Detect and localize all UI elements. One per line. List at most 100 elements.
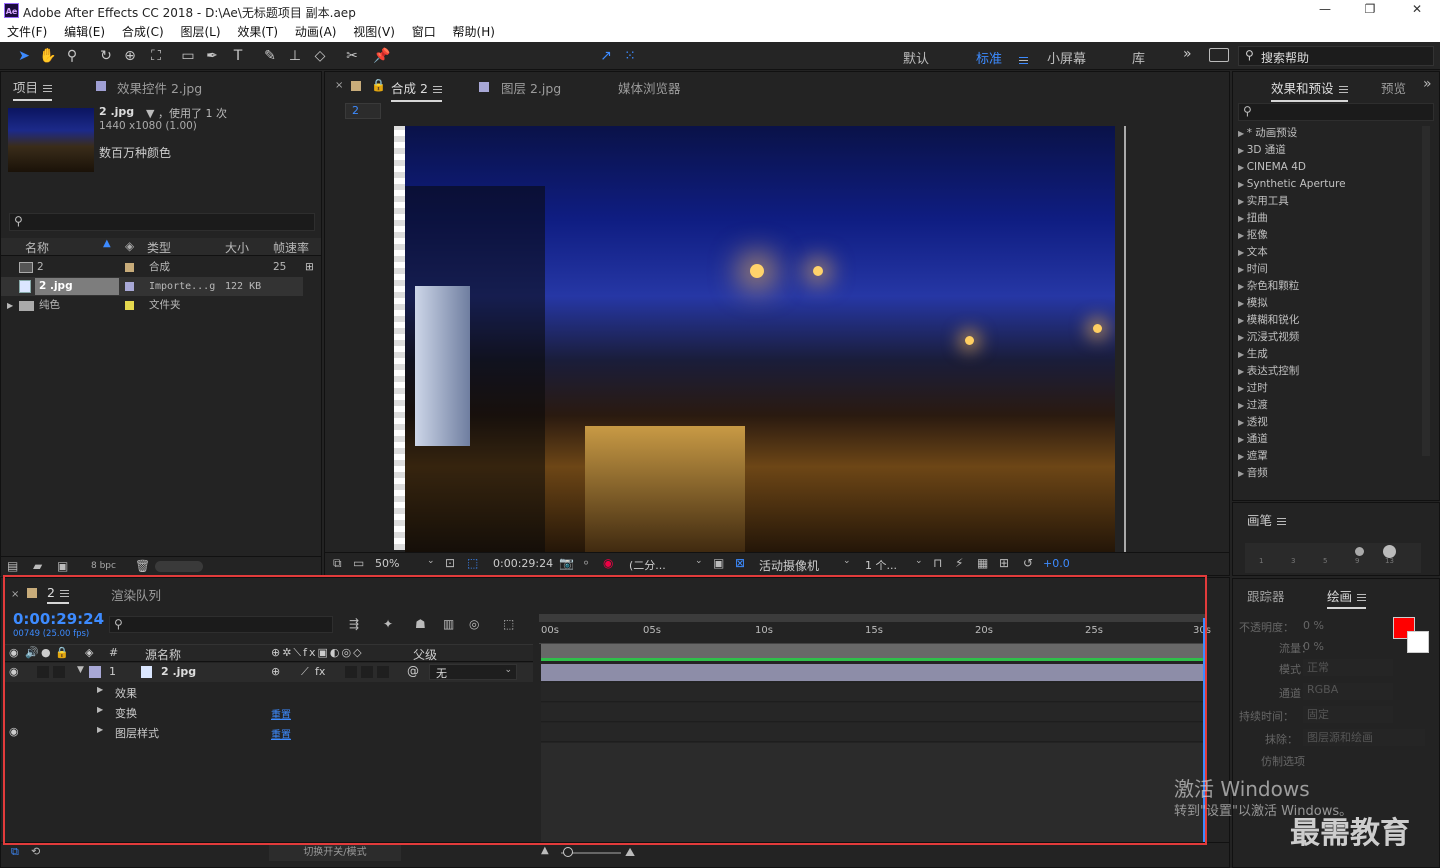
flowchart-icon[interactable]: ⊞ [305, 258, 314, 277]
effects-scrollbar[interactable] [1422, 126, 1430, 456]
brush-size-label[interactable]: 5 [1323, 557, 1327, 565]
flow-value[interactable]: 0 % [1303, 640, 1324, 653]
selected-item-usage[interactable]: ▼ ，使用了 1 次 [146, 105, 227, 121]
workspace-standard[interactable]: 标准 [976, 48, 1002, 67]
maximize-button[interactable]: ❐ [1355, 2, 1385, 20]
new-folder-icon[interactable]: ▰ [33, 559, 42, 573]
effects-search-input[interactable]: ⚲ [1238, 103, 1434, 121]
zoom-in-icon[interactable]: ⛰ [625, 845, 635, 860]
effect-category[interactable]: * 动画预设 [1238, 125, 1423, 142]
modes-icon[interactable]: ⟲ [31, 845, 40, 858]
effect-category[interactable]: Synthetic Aperture [1238, 176, 1423, 193]
transparency-grid-icon[interactable]: ⊠ [735, 556, 745, 570]
lock-icon[interactable]: 🔒 [371, 78, 386, 92]
menu-effect[interactable]: 效果(T) [237, 22, 278, 42]
menu-composition[interactable]: 合成(C) [122, 22, 164, 42]
tab-paint[interactable]: 绘画 [1327, 586, 1367, 609]
roto-brush-tool-icon[interactable]: ✂ [342, 46, 362, 66]
project-row[interactable]: ▶ 纯色 文件夹 [1, 296, 321, 315]
column-name[interactable]: 名称 [25, 239, 49, 256]
project-search-input[interactable]: ⚲ [9, 213, 315, 231]
effect-category[interactable]: 过时 [1238, 380, 1423, 397]
effect-category[interactable]: 遮罩 [1238, 448, 1423, 465]
always-preview-icon[interactable]: ⧉ [333, 556, 342, 571]
selection-tool-icon[interactable]: ➤ [14, 46, 34, 66]
sync-settings-icon[interactable] [1209, 48, 1229, 62]
tab-layer[interactable]: 图层 2.jpg [501, 78, 561, 97]
eraser-tool-icon[interactable]: ◇ [310, 46, 330, 66]
toggle-pixel-aspect-icon[interactable]: ⊓ [933, 556, 942, 570]
tab-composition[interactable]: 合成 2 [391, 78, 442, 102]
puppet-pin-tool-icon[interactable]: 📌 [372, 46, 392, 66]
fit-icon[interactable]: ⊡ [445, 556, 455, 570]
trash-icon[interactable]: 🗑 [135, 559, 150, 573]
effect-category[interactable]: 过渡 [1238, 397, 1423, 414]
tab-preview[interactable]: 预览 [1381, 78, 1406, 97]
rotate-tool-icon[interactable]: ↻ [96, 46, 116, 66]
tab-effects-presets[interactable]: 效果和预设 [1271, 78, 1348, 102]
project-row[interactable]: 2 .jpg Importe...g 122 KB [1, 277, 303, 296]
column-size[interactable]: 大小 [225, 239, 249, 256]
clone-stamp-tool-icon[interactable]: ⊥ [285, 46, 305, 66]
effect-category[interactable]: 通道 [1238, 431, 1423, 448]
toggle-switches-modes[interactable]: 切换开关/模式 [269, 845, 401, 861]
sort-ascending-icon[interactable]: ▲ [103, 238, 111, 249]
tab-media-browser[interactable]: 媒体浏览器 [618, 78, 681, 97]
chevron-down-icon[interactable]: ⌄ [843, 556, 851, 566]
brush-tool-icon[interactable]: ✎ [260, 46, 280, 66]
workspace-small-screen[interactable]: 小屏幕 [1047, 48, 1086, 67]
effect-category[interactable]: 3D 通道 [1238, 142, 1423, 159]
mode-dropdown[interactable]: 正常 [1303, 659, 1393, 676]
menu-edit[interactable]: 编辑(E) [64, 22, 105, 42]
opacity-value[interactable]: 0 % [1303, 619, 1324, 632]
timeline-icon[interactable]: ▦ [977, 556, 988, 570]
column-fps[interactable]: 帧速率 [273, 239, 309, 256]
menu-layer[interactable]: 图层(L) [180, 22, 220, 42]
menu-help[interactable]: 帮助(H) [453, 22, 495, 42]
menu-animation[interactable]: 动画(A) [295, 22, 337, 42]
camera-tool-icon[interactable]: ⊕ [120, 46, 140, 66]
close-button[interactable]: ✕ [1402, 2, 1432, 20]
brush-size-label[interactable]: 13 [1385, 557, 1394, 565]
effect-category[interactable]: 生成 [1238, 346, 1423, 363]
composition-image[interactable] [405, 126, 1115, 552]
effect-category[interactable]: 实用工具 [1238, 193, 1423, 210]
chevron-down-icon[interactable]: ⌄ [695, 556, 703, 566]
more-workspaces-icon[interactable]: » [1183, 46, 1192, 62]
bit-depth-button[interactable]: 8 bpc [91, 561, 116, 571]
monitor-icon[interactable]: ▭ [353, 556, 364, 570]
color-channels-icon[interactable]: ◉ [603, 556, 613, 570]
pen-tool-icon[interactable]: ✒ [202, 46, 222, 66]
effect-category[interactable]: 透视 [1238, 414, 1423, 431]
menu-window[interactable]: 窗口 [412, 22, 436, 42]
effect-category[interactable]: 表达式控制 [1238, 363, 1423, 380]
views-dropdown[interactable]: 1 个... [865, 557, 897, 573]
snap-option-icon[interactable]: ↗ [596, 46, 616, 66]
thumbnail-slider[interactable] [155, 561, 203, 572]
new-composition-icon[interactable]: ▣ [57, 559, 68, 573]
snap-grid-icon[interactable]: ⁙ [620, 46, 640, 66]
hand-tool-icon[interactable]: ✋ [38, 46, 58, 66]
pan-behind-tool-icon[interactable]: ⛶ [146, 46, 166, 66]
effect-category[interactable]: 模拟 [1238, 295, 1423, 312]
flowchart-icon[interactable]: ⊞ [999, 556, 1009, 570]
effect-category[interactable]: 文本 [1238, 244, 1423, 261]
chevron-down-icon[interactable]: ⌄ [915, 556, 923, 566]
comp-breadcrumb[interactable]: 2 [345, 103, 381, 119]
tab-effect-controls[interactable]: 效果控件 2.jpg [117, 78, 202, 97]
zoom-dropdown[interactable]: 50% [375, 557, 399, 570]
snapshot-icon[interactable]: 📷 [559, 556, 574, 570]
background-color-swatch[interactable] [1407, 631, 1429, 653]
rectangle-tool-icon[interactable]: ▭ [178, 46, 198, 66]
exposure-value[interactable]: +0.0 [1043, 557, 1070, 570]
interpret-footage-icon[interactable]: ▤ [7, 559, 18, 573]
tab-brush[interactable]: 画笔 [1247, 510, 1287, 529]
erase-dropdown[interactable]: 图层源和绘画 [1303, 729, 1425, 746]
viewer-timecode[interactable]: 0:00:29:24 [493, 557, 553, 570]
column-type[interactable]: 类型 [147, 239, 171, 256]
workspace-menu-icon[interactable] [1014, 53, 1028, 67]
minimize-button[interactable]: — [1310, 2, 1340, 20]
zoom-tool-icon[interactable]: ⚲ [62, 46, 82, 66]
effect-category[interactable]: 抠像 [1238, 227, 1423, 244]
project-row[interactable]: 2 合成 25 ⊞ [1, 258, 321, 277]
